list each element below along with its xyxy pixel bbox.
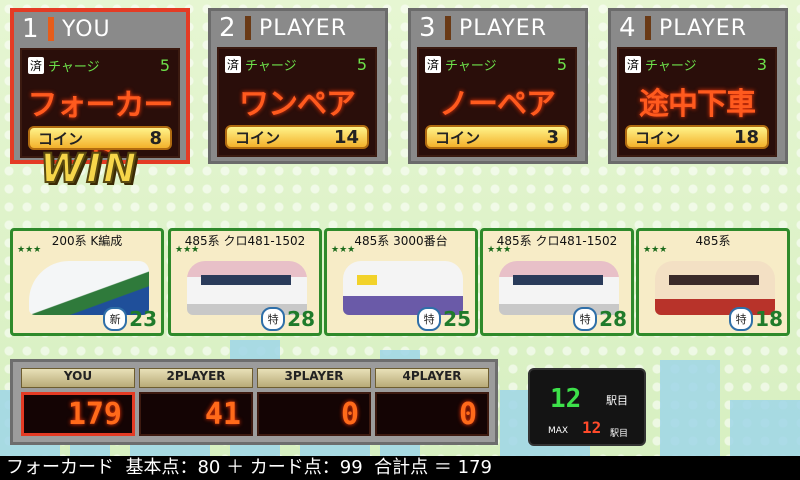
score-label: YOU	[21, 368, 135, 388]
train-card[interactable]: 485系 クロ481-1502 ★★★ 特 28	[480, 228, 634, 336]
score-label: 4PLAYER	[375, 368, 489, 388]
max-station-unit: 駅目	[610, 429, 629, 439]
score-label: 2PLAYER	[139, 368, 253, 388]
player-flag	[48, 17, 54, 41]
done-mark: 済	[425, 56, 442, 73]
hand-result: ノーペア	[439, 87, 556, 122]
max-label: MAX	[548, 426, 569, 436]
card-points: 25	[443, 307, 471, 331]
charge-value: 3	[756, 55, 767, 74]
hand-board: 済チャージ 5 ワンペア コイン 14	[217, 47, 377, 157]
player-number: 3	[419, 13, 436, 43]
player-panel-3: 3 PLAYER 済チャージ 5 ノーペア コイン 3	[408, 8, 588, 164]
charge-value: 5	[556, 55, 567, 74]
player-name: PLAYER	[659, 15, 747, 41]
coin-box: コイン 3	[425, 125, 569, 149]
score-value: 0	[257, 392, 371, 436]
type-badge: 特	[417, 307, 442, 331]
done-mark: 済	[625, 56, 642, 73]
hand-board: 済チャージ5 フォーカード コイン8	[20, 48, 180, 167]
card-points: 23	[129, 307, 157, 331]
score-summary: フォーカード 基本点：80 ＋ カード点：99 合計点 ＝ 179	[0, 456, 800, 480]
charge-label: チャージ	[245, 59, 297, 74]
hand-result: 途中下車	[639, 87, 756, 122]
player-name: PLAYER	[259, 15, 347, 41]
station-counter: 12 駅目 MAX 12 駅目	[528, 368, 646, 446]
charge-label: チャージ	[48, 60, 100, 75]
player-name: YOU	[62, 16, 111, 42]
score-slot-2: 2PLAYER 41	[139, 368, 253, 438]
player-panel-2: 2 PLAYER 済チャージ 5 ワンペア コイン 14	[208, 8, 388, 164]
score-value: 41	[139, 392, 253, 436]
coin-label: コイン	[235, 128, 281, 147]
charge-value: 5	[356, 55, 367, 74]
scoreboard: YOU 179 2PLAYER 41 3PLAYER 0 4PLAYER 0	[10, 359, 498, 445]
coin-count: 8	[149, 127, 162, 149]
player-number: 2	[219, 13, 236, 43]
player-name: PLAYER	[459, 15, 547, 41]
train-window	[669, 275, 759, 285]
rarity-stars-icon: ★★★	[487, 245, 512, 255]
score-label: 3PLAYER	[257, 368, 371, 388]
card-points: 28	[287, 307, 315, 331]
score-value: 179	[21, 392, 135, 436]
charge-label: チャージ	[445, 59, 497, 74]
score-value: 0	[375, 392, 489, 436]
coin-count: 14	[333, 126, 359, 148]
train-card[interactable]: 485系 クロ481-1502 ★★★ 特 28	[168, 228, 322, 336]
score-slot-4: 4PLAYER 0	[375, 368, 489, 438]
train-card[interactable]: 485系 3000番台 ★★★ 特 25	[324, 228, 478, 336]
charge-label: チャージ	[645, 59, 697, 74]
coin-label: コイン	[635, 128, 681, 147]
player-panel-4: 4 PLAYER 済チャージ 3 途中下車 コイン 18	[608, 8, 788, 164]
card-points: 28	[599, 307, 627, 331]
score-slot-you: YOU 179	[21, 368, 135, 438]
score-slot-3: 3PLAYER 0	[257, 368, 371, 438]
rarity-stars-icon: ★★★	[175, 245, 200, 255]
coin-count: 3	[546, 126, 559, 148]
player-number: 1	[22, 14, 39, 44]
station-unit: 駅目	[606, 394, 628, 407]
train-card[interactable]: 485系 ★★★ 特 18	[636, 228, 790, 336]
coin-count: 18	[733, 126, 759, 148]
train-window	[357, 275, 377, 285]
card-points: 18	[755, 307, 783, 331]
station-count: 12	[550, 384, 582, 414]
done-mark: 済	[28, 57, 45, 74]
player-number: 4	[619, 13, 636, 43]
coin-label: コイン	[435, 128, 481, 147]
player-flag	[445, 16, 451, 40]
rarity-stars-icon: ★★★	[17, 245, 42, 255]
coin-box: コイン 14	[225, 125, 369, 149]
hand-board: 済チャージ 5 ノーペア コイン 3	[417, 47, 577, 157]
hand-result: ワンペア	[239, 87, 356, 122]
rarity-stars-icon: ★★★	[643, 245, 668, 255]
type-badge: 特	[729, 307, 754, 331]
type-badge: 特	[573, 307, 598, 331]
train-window	[201, 275, 291, 285]
player-panel-you: 1 YOU 済チャージ5 フォーカード コイン8	[10, 8, 190, 167]
type-badge: 新	[103, 307, 128, 331]
hand-board: 済チャージ 3 途中下車 コイン 18	[617, 47, 777, 157]
rarity-stars-icon: ★★★	[331, 245, 356, 255]
type-badge: 特	[261, 307, 286, 331]
done-mark: 済	[225, 56, 242, 73]
train-window	[513, 275, 603, 285]
player-flag	[645, 16, 651, 40]
win-banner: WIN	[39, 145, 139, 193]
coin-box: コイン 18	[625, 125, 769, 149]
train-card[interactable]: 200系 K編成 ★★★ 新 23	[10, 228, 164, 336]
charge-value: 5	[159, 56, 170, 75]
max-station-count: 12	[582, 418, 602, 437]
player-flag	[245, 16, 251, 40]
